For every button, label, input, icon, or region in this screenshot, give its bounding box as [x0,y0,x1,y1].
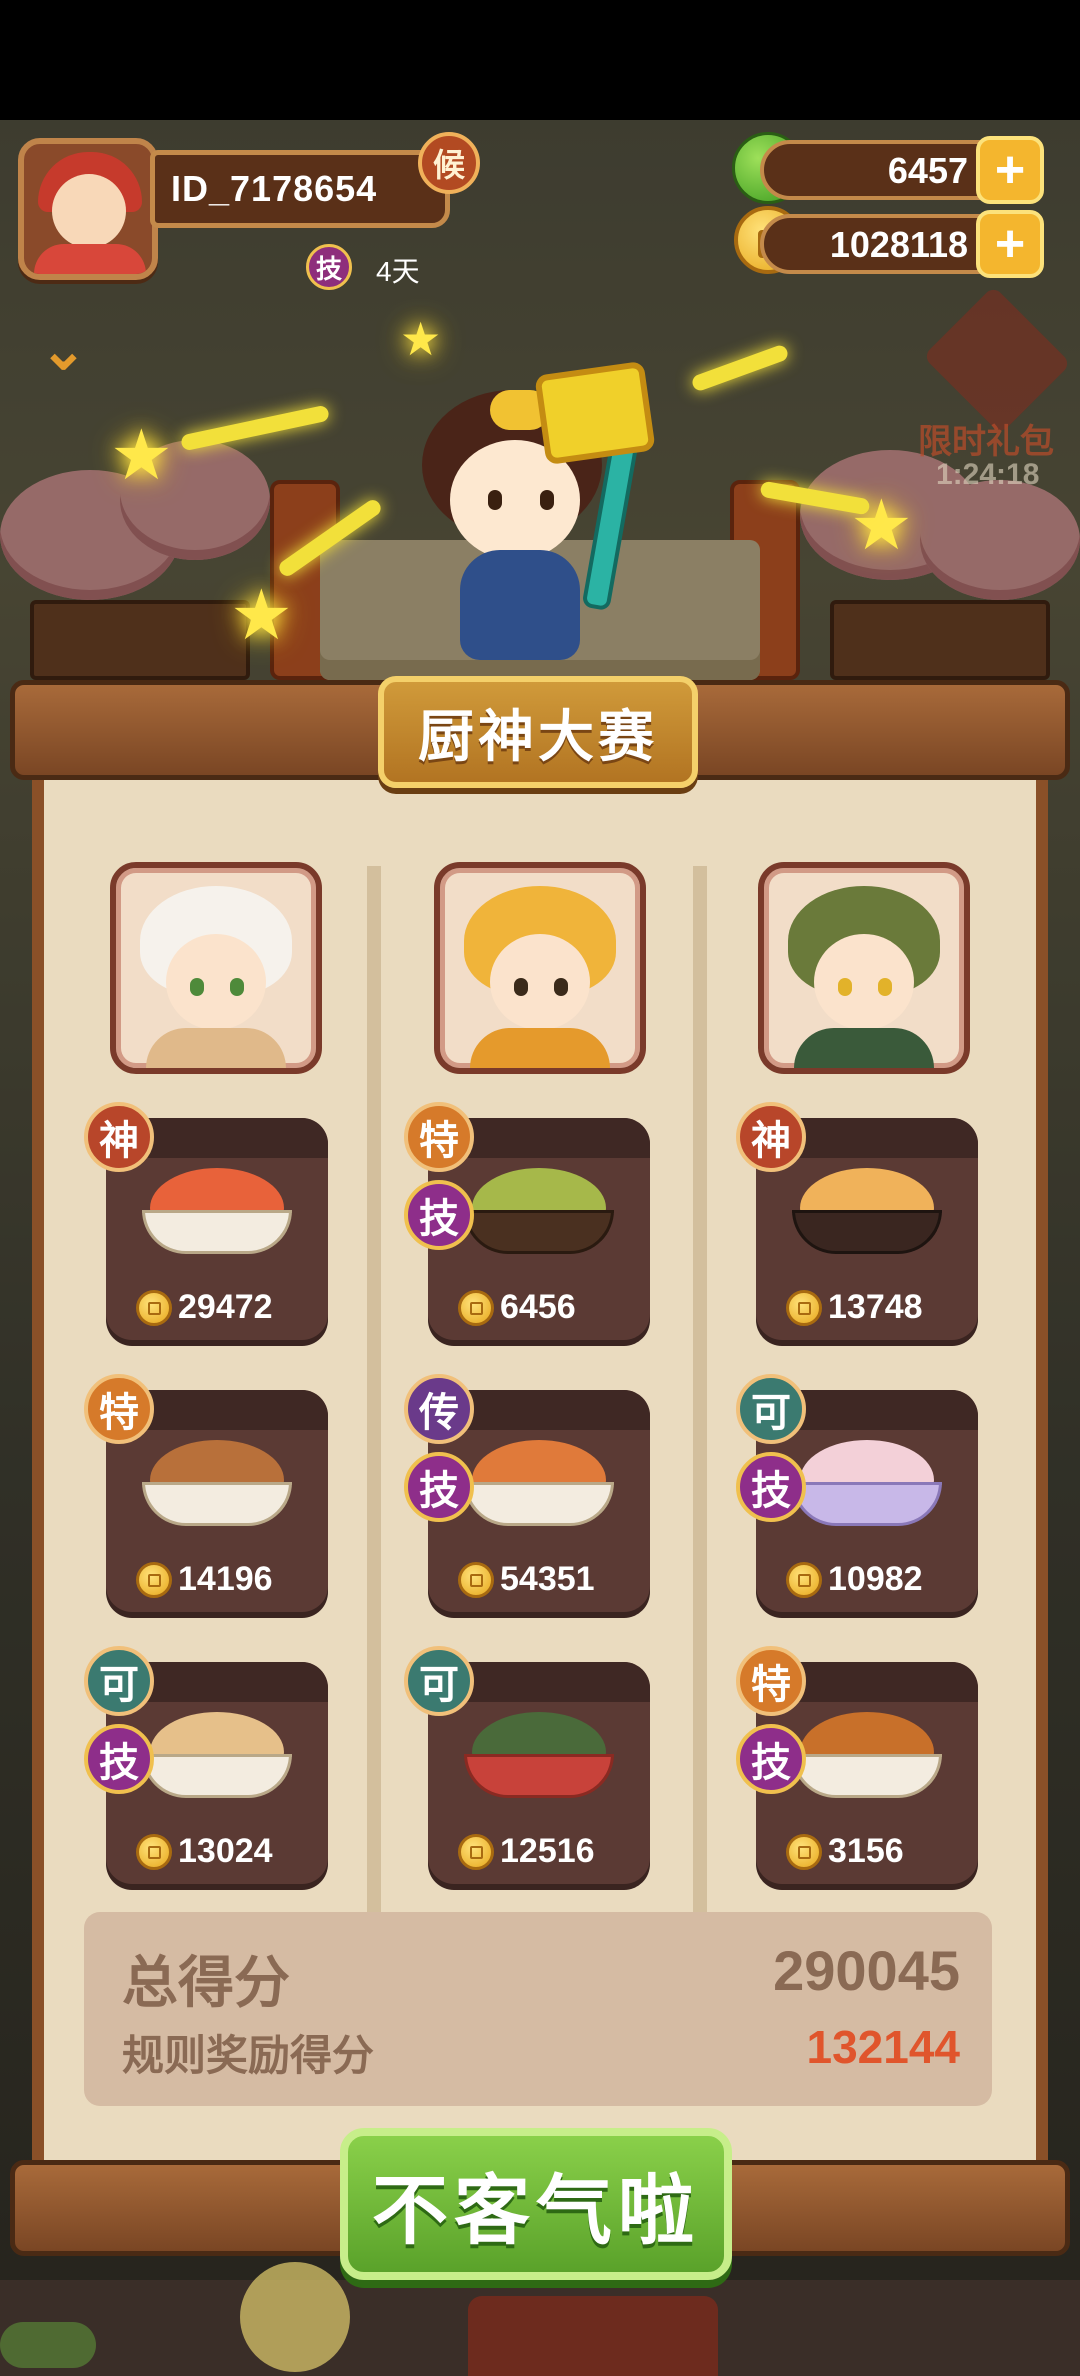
status-bar [0,0,1080,120]
player-avatar[interactable] [18,138,158,280]
dish-score: 54351 [500,1560,595,1598]
contest-title-plate: 厨神大赛 [378,676,698,788]
column-divider [367,866,381,1912]
food-truck [468,2296,718,2376]
star-icon: ★ [230,576,293,654]
apple-count: 6457 [887,150,968,191]
game-screen: ID_7178654 候 技 4天 6457 + 1028118 + ⌄ 限时礼… [0,0,1080,2376]
dish-score: 12516 [500,1832,595,1870]
confirm-button[interactable]: 不客气啦 [340,2128,732,2280]
chef-card-2[interactable] [434,862,646,1074]
limited-gift-label: 限时礼包 [918,423,1054,461]
player-id-box: ID_7178654 [150,150,450,228]
confirm-button-label: 不客气啦 [372,2169,700,2254]
coin-icon [786,1289,822,1326]
dish-score: 13748 [828,1288,923,1326]
skill-badge: 技 [404,1180,474,1250]
coin-icon [136,1833,172,1870]
coin-count: 1028118 [829,224,968,265]
dish-score: 3156 [828,1832,904,1870]
skill-buff-days: 4天 [376,256,420,287]
rank-badge: 候 [418,132,480,194]
grade-badge: 传 [404,1374,474,1444]
dish-score: 10982 [828,1560,923,1598]
dish-score: 13024 [178,1832,273,1870]
coin-icon [458,1289,494,1326]
golden-hammer [534,360,656,466]
skill-badge: 技 [736,1452,806,1522]
star-icon: ★ [400,313,442,365]
coin-icon [136,1289,172,1326]
total-score-value: 290045 [773,1939,960,2002]
add-coins-button[interactable]: + [976,210,1044,278]
skill-buff-icon: 技 [306,244,352,290]
coin-icon [458,1833,494,1870]
duck-character [240,2262,350,2372]
coin-icon [786,1561,822,1598]
star-icon: ★ [110,416,173,494]
side-toggle[interactable] [0,2322,96,2368]
chevron-down-icon[interactable]: ⌄ [40,322,120,378]
score-summary: 总得分 290045 规则奖励得分 132144 [84,1912,992,2106]
grade-badge: 可 [84,1646,154,1716]
grade-badge: 可 [404,1646,474,1716]
dish-score: 6456 [500,1288,576,1326]
bonus-score-value: 132144 [806,2021,961,2073]
coin-icon [786,1833,822,1870]
skill-badge: 技 [84,1724,154,1794]
grade-badge: 神 [736,1102,806,1172]
grade-badge: 特 [736,1646,806,1716]
bonus-score-label: 规则奖励得分 [122,2032,375,2079]
coin-icon [136,1561,172,1598]
column-divider [693,866,707,1912]
chef-card-3[interactable] [758,862,970,1074]
apple-counter: 6457 + [760,136,1044,204]
limited-gift-timer: 1:24:18 [936,458,1040,491]
grade-badge: 特 [84,1374,154,1444]
dish-score: 14196 [178,1560,273,1598]
skill-badge: 技 [736,1724,806,1794]
contest-title: 厨神大赛 [418,704,658,768]
dish-score: 29472 [178,1288,273,1326]
chef-card-1[interactable] [110,862,322,1074]
grade-badge: 特 [404,1102,474,1172]
coin-icon [458,1561,494,1598]
grade-badge: 神 [84,1102,154,1172]
coin-counter: 1028118 + [760,210,1044,278]
grade-badge: 可 [736,1374,806,1444]
total-score-label: 总得分 [122,1951,290,2014]
skill-badge: 技 [404,1452,474,1522]
add-apples-button[interactable]: + [976,136,1044,204]
player-id: ID_7178654 [171,168,378,209]
